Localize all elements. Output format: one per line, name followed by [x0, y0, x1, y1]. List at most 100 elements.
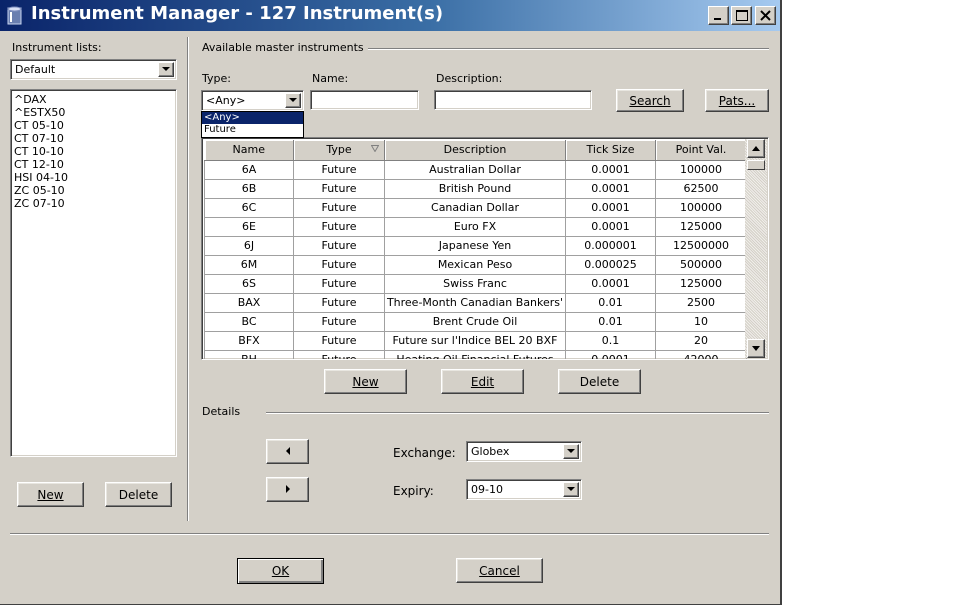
- table-cell: Future: [293, 217, 385, 237]
- list-item[interactable]: CT 10-10: [11, 145, 176, 158]
- description-label: Description:: [436, 72, 503, 85]
- type-option[interactable]: <Any>: [202, 112, 303, 124]
- list-item[interactable]: ^ESTX50: [11, 106, 176, 119]
- table-cell: BH: [204, 350, 294, 359]
- window-title: Instrument Manager - 127 Instrument(s): [31, 3, 444, 24]
- scroll-thumb[interactable]: [747, 160, 765, 170]
- scroll-up-button[interactable]: [747, 139, 765, 158]
- list-item[interactable]: HSI 04-10: [11, 171, 176, 184]
- column-header-label: Type: [326, 143, 352, 157]
- type-option[interactable]: Future: [202, 124, 303, 136]
- list-item[interactable]: CT 05-10: [11, 119, 176, 132]
- grid-vertical-scrollbar[interactable]: [745, 139, 767, 358]
- table-cell: Future: [293, 179, 385, 199]
- table-row[interactable]: BAX Future Three-Month Canadian Bankers' 0.…: [204, 293, 747, 313]
- table-cell: Canadian Dollar: [384, 198, 566, 218]
- master-group-line: [368, 48, 769, 50]
- instrument-list[interactable]: ^DAX ^ESTX50 CT 05-10 CT 07-10 CT 10-10 CT 12…: [10, 89, 177, 457]
- column-header-label: Tick Size: [586, 143, 635, 157]
- table-cell: Mexican Peso: [384, 255, 566, 275]
- column-header[interactable]: Point Val.: [655, 140, 747, 161]
- type-select-value: <Any>: [206, 94, 246, 107]
- table-row[interactable]: BH Future Heating Oil Financial Futures 0.0…: [204, 350, 747, 359]
- app-icon: [7, 6, 22, 25]
- instrument-list-select[interactable]: Default: [10, 59, 177, 80]
- ok-button[interactable]: OK: [237, 558, 324, 584]
- master-instruments-grid[interactable]: Name Type Description Tick Size Point Val. 6…: [201, 137, 769, 360]
- table-row[interactable]: 6A Future Australian Dollar 0.0001 100000: [204, 160, 747, 180]
- list-item[interactable]: CT 07-10: [11, 132, 176, 145]
- arrow-down-icon: [752, 346, 760, 351]
- search-label: Search: [629, 93, 671, 108]
- table-cell: 62500: [655, 179, 747, 199]
- table-row[interactable]: 6E Future Euro FX 0.0001 125000: [204, 217, 747, 237]
- table-cell: Euro FX: [384, 217, 566, 237]
- table-row[interactable]: 6C Future Canadian Dollar 0.0001 100000: [204, 198, 747, 218]
- table-cell: BFX: [204, 331, 294, 351]
- master-delete-button[interactable]: Delete: [558, 369, 641, 394]
- table-row[interactable]: 6B Future British Pound 0.0001 62500: [204, 179, 747, 199]
- table-cell: 10: [655, 312, 747, 332]
- table-cell: 6M: [204, 255, 294, 275]
- description-input[interactable]: [434, 90, 592, 110]
- exchange-select[interactable]: Globex: [466, 441, 582, 462]
- list-item[interactable]: ZC 05-10: [11, 184, 176, 197]
- sort-descending-icon: [371, 145, 379, 152]
- table-cell: 42000: [655, 350, 747, 359]
- type-dropdown-list[interactable]: <Any> Future: [201, 111, 304, 138]
- left-delete-button[interactable]: Delete: [105, 482, 172, 507]
- maximize-button[interactable]: [731, 6, 752, 25]
- table-row[interactable]: 6M Future Mexican Peso 0.000025 500000: [204, 255, 747, 275]
- column-header[interactable]: Tick Size: [565, 140, 656, 161]
- table-cell: Brent Crude Oil: [384, 312, 566, 332]
- expiry-value: 09-10: [471, 483, 503, 496]
- table-cell: 2500: [655, 293, 747, 313]
- table-cell: 0.0001: [565, 217, 656, 237]
- table-cell: BAX: [204, 293, 294, 313]
- search-button[interactable]: Search: [616, 89, 684, 112]
- table-cell: 0.0001: [565, 350, 656, 359]
- close-button[interactable]: [755, 6, 776, 25]
- list-item[interactable]: ^DAX: [11, 93, 176, 106]
- instruments-table: Name Type Description Tick Size Point Val. 6…: [204, 140, 747, 359]
- exchange-dropdown-button[interactable]: [563, 444, 579, 459]
- pats-button[interactable]: Pats...: [705, 89, 769, 112]
- left-new-button[interactable]: New: [17, 482, 84, 507]
- table-cell: 100000: [655, 198, 747, 218]
- table-cell: 6E: [204, 217, 294, 237]
- column-header[interactable]: Description: [384, 140, 566, 161]
- list-item[interactable]: ZC 07-10: [11, 197, 176, 210]
- table-row[interactable]: BC Future Brent Crude Oil 0.01 10: [204, 312, 747, 332]
- instrument-list-dropdown-button[interactable]: [158, 62, 174, 77]
- title-bar[interactable]: Instrument Manager - 127 Instrument(s): [0, 0, 780, 31]
- scroll-down-button[interactable]: [747, 339, 765, 358]
- table-row[interactable]: 6S Future Swiss Franc 0.0001 125000: [204, 274, 747, 294]
- table-cell: 0.0001: [565, 160, 656, 180]
- table-cell: 500000: [655, 255, 747, 275]
- exchange-label: Exchange:: [393, 446, 456, 460]
- expiry-label: Expiry:: [393, 484, 434, 498]
- next-button[interactable]: [266, 477, 309, 502]
- cancel-button[interactable]: Cancel: [456, 558, 543, 583]
- chevron-down-icon: [567, 449, 575, 453]
- table-cell: Heating Oil Financial Futures: [384, 350, 566, 359]
- list-item[interactable]: CT 12-10: [11, 158, 176, 171]
- expiry-dropdown-button[interactable]: [563, 482, 579, 497]
- table-cell: Future: [293, 274, 385, 294]
- master-new-button[interactable]: New: [324, 369, 407, 394]
- name-input[interactable]: [310, 90, 419, 110]
- master-edit-button[interactable]: Edit: [441, 369, 524, 394]
- table-cell: Future sur l'Indice BEL 20 BXF: [384, 331, 566, 351]
- expiry-select[interactable]: 09-10: [466, 479, 582, 500]
- column-header[interactable]: Name: [204, 140, 294, 161]
- table-row[interactable]: BFX Future Future sur l'Indice BEL 20 BXF 0…: [204, 331, 747, 351]
- table-row[interactable]: 6J Future Japanese Yen 0.000001 12500000: [204, 236, 747, 256]
- previous-button[interactable]: [266, 439, 309, 464]
- table-cell: Australian Dollar: [384, 160, 566, 180]
- type-select[interactable]: <Any>: [201, 90, 304, 111]
- minimize-button[interactable]: [708, 6, 729, 25]
- table-cell: 0.1: [565, 331, 656, 351]
- column-header[interactable]: Type: [293, 140, 385, 161]
- table-cell: Swiss Franc: [384, 274, 566, 294]
- type-dropdown-button[interactable]: [285, 93, 301, 108]
